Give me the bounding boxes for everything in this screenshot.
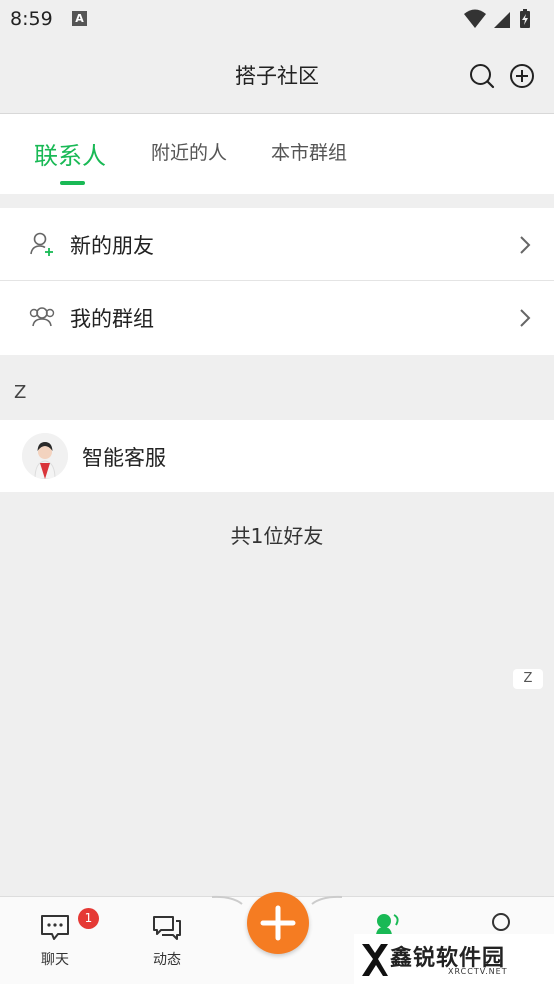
nav-chat-label: 聊天 bbox=[41, 952, 69, 968]
title-bar: 搭子社区 bbox=[0, 38, 554, 114]
friend-count: 共1位好友 bbox=[230, 524, 324, 548]
my-groups-label: 我的群组 bbox=[70, 307, 154, 331]
avatar bbox=[22, 433, 68, 479]
chevron-right-icon bbox=[520, 309, 531, 327]
signal-icon bbox=[494, 12, 510, 28]
alphabet-index-z[interactable]: Z bbox=[513, 669, 543, 689]
tab-contacts[interactable]: 联系人 bbox=[34, 136, 106, 171]
plus-icon bbox=[260, 905, 296, 941]
tab-bar: 联系人 附近的人 本市群组 bbox=[0, 114, 554, 194]
status-time: 8:59 bbox=[10, 8, 53, 30]
section-header-letter: Z bbox=[14, 382, 27, 403]
contact-row[interactable]: 智能客服 bbox=[0, 420, 554, 492]
battery-icon bbox=[520, 9, 530, 28]
watermark: 鑫锐软件园 XRCCTV.NET bbox=[354, 934, 554, 984]
profile-nav-icon[interactable] bbox=[486, 911, 516, 935]
watermark-logo-icon bbox=[362, 944, 388, 976]
status-bar: 8:59 A bbox=[0, 0, 554, 38]
watermark-subtitle: XRCCTV.NET bbox=[448, 967, 508, 976]
unread-badge: 1 bbox=[78, 908, 99, 929]
status-icons bbox=[464, 9, 530, 28]
avatar-image bbox=[22, 433, 68, 479]
tab-nearby[interactable]: 附近的人 bbox=[151, 138, 227, 165]
create-post-button[interactable] bbox=[247, 892, 309, 954]
contact-menu: 新的朋友 我的群组 bbox=[0, 208, 554, 355]
active-tab-indicator bbox=[60, 181, 85, 185]
chat-icon bbox=[41, 915, 69, 940]
contact-name: 智能客服 bbox=[82, 446, 166, 470]
search-button[interactable] bbox=[468, 62, 496, 90]
group-icon bbox=[29, 307, 55, 327]
new-friends-label: 新的朋友 bbox=[70, 234, 154, 258]
search-icon bbox=[470, 64, 495, 89]
nav-moments[interactable]: 动态 bbox=[137, 913, 197, 969]
plus-circle-icon bbox=[510, 64, 534, 88]
add-friend-icon bbox=[30, 232, 53, 256]
wifi-icon bbox=[464, 9, 486, 28]
chevron-right-icon bbox=[520, 236, 531, 254]
add-button[interactable] bbox=[508, 62, 536, 90]
new-friends-row[interactable]: 新的朋友 bbox=[0, 208, 554, 281]
nav-chat[interactable]: 聊天 bbox=[25, 913, 85, 969]
my-groups-row[interactable]: 我的群组 bbox=[0, 281, 554, 355]
tab-city-groups[interactable]: 本市群组 bbox=[271, 138, 347, 165]
contacts-nav-icon[interactable] bbox=[370, 911, 406, 935]
notification-icon: A bbox=[72, 11, 87, 26]
moments-icon bbox=[153, 916, 181, 940]
nav-moments-label: 动态 bbox=[153, 952, 181, 968]
